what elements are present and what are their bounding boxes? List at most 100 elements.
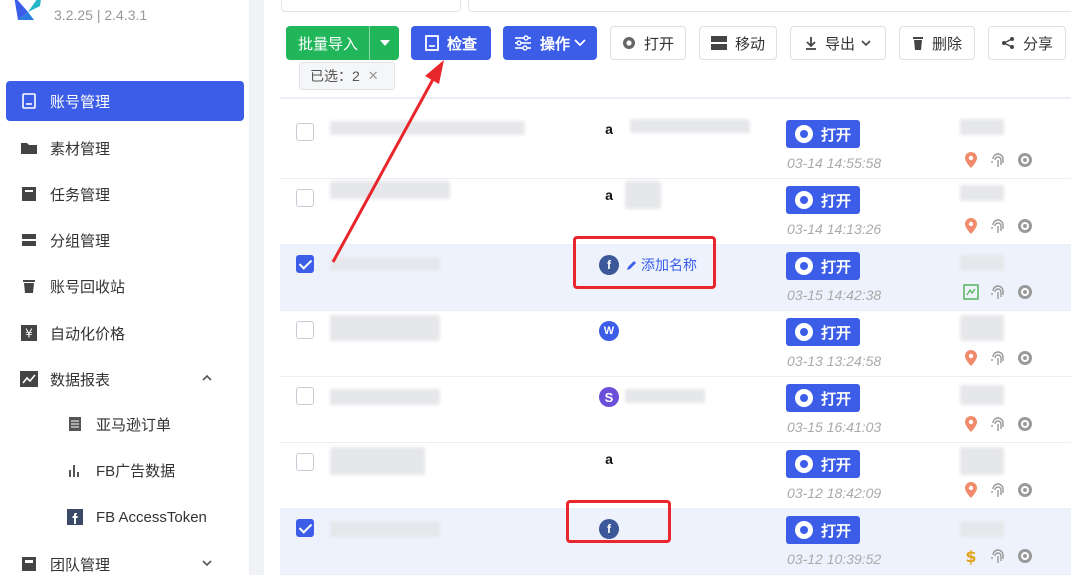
fingerprint-icon[interactable] xyxy=(989,547,1007,565)
clear-selection-icon[interactable]: ✕ xyxy=(368,68,379,84)
share-label: 分享 xyxy=(1022,35,1053,53)
fingerprint-icon[interactable] xyxy=(989,415,1007,433)
row-checkbox[interactable] xyxy=(296,255,314,273)
document-icon xyxy=(425,35,439,51)
row-open-button[interactable]: 打开 xyxy=(786,120,860,148)
sidebar-item-label: 账号回收站 xyxy=(50,278,126,296)
blurred-account-name xyxy=(330,389,440,405)
sidebar-subitem-amazon-orders[interactable]: 亚马逊订单 xyxy=(66,406,171,442)
fingerprint-icon[interactable] xyxy=(989,283,1007,301)
sidebar-item-label: 任务管理 xyxy=(50,186,111,204)
row-timestamp: 03-15 14:42:38 xyxy=(787,287,882,303)
top-search-box[interactable] xyxy=(468,0,1071,12)
open-button[interactable]: 打开 xyxy=(610,26,686,60)
target-icon[interactable] xyxy=(1016,547,1034,565)
row-timestamp: 03-14 14:55:58 xyxy=(787,155,882,171)
table-row[interactable]: a 打开 03-14 14:55:58 xyxy=(280,113,1071,179)
batch-import-button[interactable]: 批量导入 xyxy=(286,26,399,60)
location-pin-icon[interactable] xyxy=(962,415,980,433)
sidebar-item-reports[interactable]: 数据报表 xyxy=(6,359,244,399)
target-icon[interactable] xyxy=(1016,349,1034,367)
chrome-icon xyxy=(794,455,813,473)
row-open-button[interactable]: 打开 xyxy=(786,252,860,280)
location-pin-icon[interactable] xyxy=(962,481,980,499)
target-icon[interactable] xyxy=(1016,415,1034,433)
sidebar-item-team[interactable]: 团队管理 xyxy=(6,544,244,575)
top-filter-box[interactable] xyxy=(281,0,461,12)
row-checkbox[interactable] xyxy=(296,519,314,537)
row-checkbox[interactable] xyxy=(296,387,314,405)
table-row[interactable]: f 打开 03-12 10:39:52 $ xyxy=(280,509,1071,575)
fingerprint-icon[interactable] xyxy=(989,481,1007,499)
blurred-ip xyxy=(960,255,1004,271)
chevron-up-icon xyxy=(202,374,212,381)
location-pin-icon[interactable] xyxy=(962,151,980,169)
sidebar-item-recycle-bin[interactable]: 账号回收站 xyxy=(6,266,244,306)
batch-import-label: 批量导入 xyxy=(298,35,359,53)
sidebar-item-accounts[interactable]: 账号管理 xyxy=(6,81,244,121)
row-open-button[interactable]: 打开 xyxy=(786,186,860,214)
document-icon xyxy=(66,415,84,433)
row-status-icons xyxy=(962,349,1034,367)
export-label: 导出 xyxy=(824,35,855,53)
row-open-button[interactable]: 打开 xyxy=(786,384,860,412)
amazon-icon: a xyxy=(605,121,613,137)
location-pin-icon[interactable] xyxy=(962,217,980,235)
chevron-down-icon xyxy=(574,39,586,47)
row-open-button[interactable]: 打开 xyxy=(786,318,860,346)
sidebar-item-label: 素材管理 xyxy=(50,140,111,158)
target-icon[interactable] xyxy=(1016,217,1034,235)
table-row[interactable]: a 打开 03-14 14:13:26 xyxy=(280,179,1071,245)
row-open-label: 打开 xyxy=(820,192,851,210)
table-row[interactable]: W 打开 03-13 13:24:58 xyxy=(280,311,1071,377)
dollar-icon[interactable]: $ xyxy=(962,547,980,565)
app-version: 3.2.25 | 2.4.3.1 xyxy=(54,7,148,23)
operate-label: 操作 xyxy=(539,35,570,53)
delete-button[interactable]: 删除 xyxy=(899,26,975,60)
caret-down-icon xyxy=(379,40,390,46)
check-label: 检查 xyxy=(446,35,477,53)
fingerprint-icon[interactable] xyxy=(989,151,1007,169)
move-button[interactable]: 移动 xyxy=(699,26,777,60)
sidebar-item-tasks[interactable]: 任务管理 xyxy=(6,174,244,214)
sidebar-subitem-fb-ad-data[interactable]: FB广告数据 xyxy=(66,452,175,488)
sidebar-item-materials[interactable]: 素材管理 xyxy=(6,128,244,168)
target-icon[interactable] xyxy=(1016,151,1034,169)
add-name-link[interactable]: 添加名称 xyxy=(626,255,697,275)
export-button[interactable]: 导出 xyxy=(790,26,886,60)
sidebar-item-auto-price[interactable]: ¥ 自动化价格 xyxy=(6,313,244,353)
row-open-label: 打开 xyxy=(820,324,851,342)
row-open-button[interactable]: 打开 xyxy=(786,450,860,478)
share-button[interactable]: 分享 xyxy=(988,26,1066,60)
check-button[interactable]: 检查 xyxy=(411,26,491,60)
target-icon[interactable] xyxy=(1016,481,1034,499)
table-row[interactable]: S 打开 03-15 16:41:03 xyxy=(280,377,1071,443)
sidebar-subitem-label: 亚马逊订单 xyxy=(96,416,172,434)
proxy-status-icon[interactable] xyxy=(962,283,980,301)
batch-import-dropdown[interactable] xyxy=(369,26,399,60)
blurred-account-name xyxy=(330,315,440,341)
row-open-button[interactable]: 打开 xyxy=(786,516,860,544)
table-row[interactable]: a 打开 03-12 18:42:09 xyxy=(280,443,1071,509)
operate-button[interactable]: 操作 xyxy=(503,26,597,60)
chrome-icon xyxy=(794,521,813,539)
s-platform-icon: S xyxy=(599,387,619,407)
target-icon[interactable] xyxy=(1016,283,1034,301)
row-timestamp: 03-14 14:13:26 xyxy=(787,221,882,237)
row-checkbox[interactable] xyxy=(296,453,314,471)
blurred-ip xyxy=(960,119,1004,135)
location-pin-icon[interactable] xyxy=(962,349,980,367)
chevron-down-icon xyxy=(861,39,871,46)
table-row[interactable]: f 添加名称 打开 03-15 14:42:38 xyxy=(280,245,1071,311)
delete-label: 删除 xyxy=(931,35,962,53)
sidebar-item-label: 自动化价格 xyxy=(50,325,126,343)
row-checkbox[interactable] xyxy=(296,321,314,339)
sidebar-subitem-fb-accesstoken[interactable]: FB AccessToken xyxy=(66,499,207,535)
row-timestamp: 03-13 13:24:58 xyxy=(787,353,882,369)
amazon-icon: a xyxy=(605,451,613,467)
row-checkbox[interactable] xyxy=(296,123,314,141)
row-checkbox[interactable] xyxy=(296,189,314,207)
fingerprint-icon[interactable] xyxy=(989,349,1007,367)
sidebar-item-groups[interactable]: 分组管理 xyxy=(6,220,244,260)
fingerprint-icon[interactable] xyxy=(989,217,1007,235)
